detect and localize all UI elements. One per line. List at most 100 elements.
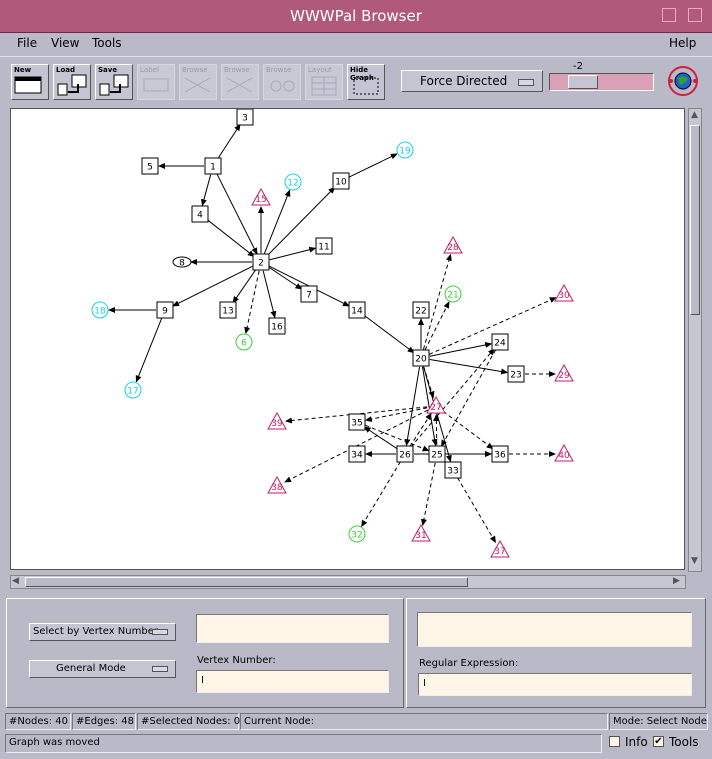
menu-bar: File View Tools Help [0, 33, 712, 55]
graph-edge[interactable] [433, 413, 440, 446]
vertical-scrollbar[interactable]: ▲ ▼ [688, 108, 702, 572]
graph-node-15[interactable]: 15 [251, 187, 271, 206]
graph-edge[interactable] [244, 270, 260, 335]
graph-node-6[interactable]: 6 [235, 333, 253, 351]
layout-button[interactable]: Layout [305, 64, 343, 100]
graph-node-26[interactable]: 26 [396, 445, 414, 463]
graph-node-33[interactable]: 33 [444, 461, 462, 479]
graph-node-10[interactable]: 10 [332, 172, 350, 190]
graph-node-5[interactable]: 5 [141, 157, 159, 175]
graph-edge[interactable] [263, 189, 291, 254]
menu-file[interactable]: File [17, 36, 37, 50]
graph-node-31[interactable]: 31 [411, 523, 431, 542]
graph-node-22[interactable]: 22 [412, 301, 430, 319]
graph-node-4[interactable]: 4 [191, 205, 209, 223]
save-button[interactable]: Save [95, 64, 133, 100]
graph-node-32[interactable]: 32 [348, 525, 366, 543]
graph-edge[interactable] [429, 359, 509, 375]
vertex-number-input[interactable]: I [196, 670, 389, 693]
browse-icon-3 [270, 80, 295, 92]
graph-node-37[interactable]: 37 [490, 539, 510, 558]
graph-edge[interactable] [440, 349, 497, 448]
graph-node-29[interactable]: 29 [554, 363, 574, 382]
graph-node-12[interactable]: 12 [284, 173, 302, 191]
maximize-button[interactable] [688, 8, 702, 22]
horizontal-scrollbar[interactable]: ◀ ▶ [10, 575, 686, 589]
scroll-left-icon[interactable]: ◀ [12, 576, 19, 586]
graph-node-13[interactable]: 13 [219, 301, 237, 319]
graph-edge[interactable] [457, 477, 496, 544]
graph-edge[interactable] [172, 265, 254, 307]
graph-node-20[interactable]: 20 [412, 349, 430, 367]
vertical-scroll-thumb[interactable] [690, 125, 700, 315]
graph-node-14[interactable]: 14 [348, 301, 366, 319]
menu-view[interactable]: View [51, 36, 79, 50]
graph-edge[interactable] [217, 123, 241, 159]
graph-node-28[interactable]: 28 [443, 235, 463, 254]
graph-node-30[interactable]: 30 [554, 283, 574, 302]
graph-edge[interactable] [409, 412, 432, 447]
hide-graph-button[interactable]: Hide Graph [347, 64, 385, 100]
graph-node-8[interactable]: 8 [172, 256, 192, 269]
menu-help[interactable]: Help [669, 36, 696, 50]
browse-button-3[interactable]: Browse [263, 64, 301, 100]
tools-checkbox[interactable]: ✔ [653, 736, 664, 747]
zoom-slider-thumb[interactable] [568, 75, 598, 89]
info-checkbox[interactable] [609, 736, 620, 747]
graph-node-2[interactable]: 2 [252, 253, 270, 271]
graph-edge[interactable] [348, 153, 398, 178]
new-button[interactable]: New [11, 64, 49, 100]
graph-edge[interactable] [262, 270, 277, 319]
graph-node-35[interactable]: 35 [348, 413, 366, 431]
graph-node-40[interactable]: 40 [554, 443, 574, 462]
graph-node-23[interactable]: 23 [507, 365, 525, 383]
graph-node-24[interactable]: 24 [491, 333, 509, 351]
graph-edge[interactable] [216, 173, 258, 255]
graph-node-34[interactable]: 34 [348, 445, 366, 463]
graph-node-17[interactable]: 17 [124, 381, 142, 399]
graph-edge[interactable] [135, 318, 163, 383]
graph-edge[interactable] [268, 266, 303, 290]
graph-node-7[interactable]: 7 [300, 285, 318, 303]
graph-node-38[interactable]: 38 [267, 475, 287, 494]
graph-node-39[interactable]: 39 [267, 411, 287, 430]
graph-node-9[interactable]: 9 [156, 301, 174, 319]
globe-icon[interactable] [666, 64, 700, 98]
browse-button-2[interactable]: Browse [221, 64, 259, 100]
graph-edge[interactable] [206, 219, 255, 258]
scroll-right-icon[interactable]: ▶ [673, 576, 680, 586]
graph-node-36[interactable]: 36 [491, 445, 509, 463]
scroll-up-icon[interactable]: ▲ [691, 110, 698, 120]
scroll-down-icon[interactable]: ▼ [691, 556, 698, 566]
label-button[interactable]: Label [137, 64, 175, 100]
graph-edge[interactable] [201, 174, 212, 207]
graph-node-19[interactable]: 19 [396, 141, 414, 159]
layout-select[interactable]: Force Directed [401, 70, 543, 92]
graph-edge[interactable] [363, 426, 398, 450]
select-mode-dropdown[interactable]: Select by Vertex Number [29, 623, 176, 641]
load-button[interactable]: Load [53, 64, 91, 100]
graph-node-18[interactable]: 18 [91, 301, 109, 319]
browse-button-1[interactable]: Browse [179, 64, 217, 100]
graph-edge[interactable] [363, 314, 415, 354]
graph-node-25[interactable]: 25 [428, 445, 446, 463]
minimize-button[interactable] [662, 8, 676, 22]
general-mode-dropdown[interactable]: General Mode [29, 660, 176, 678]
graph-node-1[interactable]: 1 [204, 157, 222, 175]
graph-edge[interactable] [269, 246, 317, 261]
graph-node-21[interactable]: 21 [444, 285, 462, 303]
graph-node-27[interactable]: 27 [426, 395, 446, 414]
horizontal-scroll-thumb[interactable] [25, 577, 468, 587]
graph-node-3[interactable]: 3 [236, 109, 254, 126]
graph-view[interactable]: 12345678910111213 14151617181920212223242… [11, 109, 684, 569]
zoom-slider[interactable] [549, 73, 654, 91]
graph-edge[interactable] [361, 461, 401, 528]
title-bar[interactable]: WWWPal Browser [0, 0, 712, 33]
regex-input[interactable]: I [418, 673, 692, 696]
graph-edge[interactable] [420, 462, 436, 527]
menu-tools[interactable]: Tools [92, 36, 122, 50]
graph-edge[interactable] [404, 366, 421, 447]
graph-node-16[interactable]: 16 [268, 317, 286, 335]
graph-canvas[interactable]: 1 2 3 4 5 6 7 8 9 10 11 12 13 14 15 16 17 18 19 20 21 22 23 24 2… [10, 108, 685, 570]
graph-node-11[interactable]: 11 [315, 237, 333, 255]
